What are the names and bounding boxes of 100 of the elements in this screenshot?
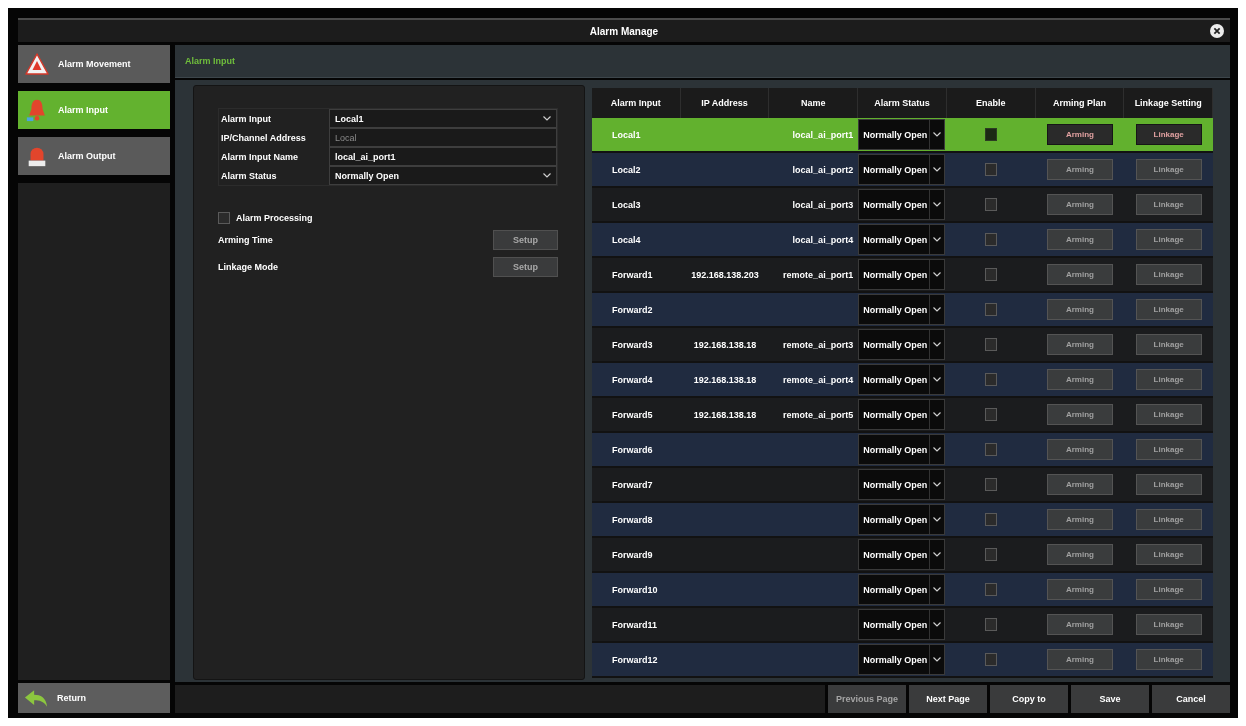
table-row[interactable]: Forward6 Normally Open Arming Linkage xyxy=(592,433,1213,468)
checkbox[interactable] xyxy=(985,373,998,386)
arming-button[interactable]: Arming xyxy=(1046,159,1113,180)
checkbox[interactable] xyxy=(985,443,998,456)
table-row[interactable]: Local2 local_ai_port2 Normally Open Arming Linkage xyxy=(592,153,1213,188)
text-field[interactable]: local_ai_port1 xyxy=(329,147,557,166)
status-dropdown[interactable]: Normally Open xyxy=(858,224,945,255)
table-row[interactable]: Forward9 Normally Open Arming Linkage xyxy=(592,538,1213,573)
table-row[interactable]: Local3 local_ai_port3 Normally Open Arming Linkage xyxy=(592,188,1213,223)
chevron-down-icon xyxy=(932,552,941,557)
select-field[interactable]: Normally Open xyxy=(329,166,557,185)
checkbox[interactable] xyxy=(985,233,998,246)
status-dropdown[interactable]: Normally Open xyxy=(858,259,945,290)
status-dropdown[interactable]: Normally Open xyxy=(858,539,945,570)
table-row[interactable]: Forward12 Normally Open Arming Linkage xyxy=(592,643,1213,678)
linkage-button[interactable]: Linkage xyxy=(1135,404,1202,425)
table-row[interactable]: Forward3 192.168.138.18 remote_ai_port3 Normally Open Arming Linkage xyxy=(592,328,1213,363)
linkage-button[interactable]: Linkage xyxy=(1135,264,1202,285)
arming-button[interactable]: Arming xyxy=(1046,194,1113,215)
table-row[interactable]: Local4 local_ai_port4 Normally Open Arming Linkage xyxy=(592,223,1213,258)
checkbox[interactable] xyxy=(985,128,998,141)
arming-button[interactable]: Arming xyxy=(1046,614,1113,635)
arming-button[interactable]: Arming xyxy=(1046,544,1113,565)
checkbox[interactable] xyxy=(985,513,998,526)
close-icon[interactable] xyxy=(1210,24,1224,38)
linkage-button[interactable]: Linkage xyxy=(1135,124,1202,145)
status-dropdown[interactable]: Normally Open xyxy=(858,469,945,500)
select-field[interactable]: Local1 xyxy=(329,109,557,128)
sidebar-item[interactable]: Alarm Output xyxy=(18,137,170,175)
linkage-button[interactable]: Linkage xyxy=(1135,194,1202,215)
table-row[interactable]: Forward10 Normally Open Arming Linkage xyxy=(592,573,1213,608)
return-button[interactable]: Return xyxy=(18,683,170,713)
checkbox[interactable] xyxy=(985,268,998,281)
checkbox[interactable] xyxy=(985,198,998,211)
action-button[interactable]: Copy to xyxy=(990,685,1068,713)
checkbox[interactable] xyxy=(985,408,998,421)
arming-button[interactable]: Arming xyxy=(1046,369,1113,390)
arming-button[interactable]: Arming xyxy=(1046,124,1113,145)
action-button[interactable]: Save xyxy=(1071,685,1149,713)
linkage-button[interactable]: Linkage xyxy=(1135,299,1202,320)
arming-button[interactable]: Arming xyxy=(1046,579,1113,600)
sidebar-item[interactable]: Alarm Movement xyxy=(18,45,170,83)
status-dropdown[interactable]: Normally Open xyxy=(858,504,945,535)
table-cell-text: Forward2 xyxy=(611,303,654,317)
table-row[interactable]: Forward4 192.168.138.18 remote_ai_port4 Normally Open Arming Linkage xyxy=(592,363,1213,398)
text-field[interactable]: Local xyxy=(329,128,557,147)
linkage-button[interactable]: Linkage xyxy=(1135,649,1202,670)
setting-label: Linkage Mode xyxy=(218,262,278,272)
arming-button[interactable]: Arming xyxy=(1046,229,1113,250)
status-dropdown[interactable]: Normally Open xyxy=(858,644,945,675)
arming-button[interactable]: Arming xyxy=(1046,264,1113,285)
checkbox[interactable] xyxy=(985,338,998,351)
arming-button[interactable]: Arming xyxy=(1046,299,1113,320)
status-dropdown[interactable]: Normally Open xyxy=(858,609,945,640)
table-row[interactable]: Forward5 192.168.138.18 remote_ai_port5 Normally Open Arming Linkage xyxy=(592,398,1213,433)
checkbox[interactable] xyxy=(985,478,998,491)
checkbox[interactable] xyxy=(218,212,230,224)
table-row[interactable]: Forward1 192.168.138.203 remote_ai_port1 Normally Open Arming Linkage xyxy=(592,258,1213,293)
table-row[interactable]: Forward8 Normally Open Arming Linkage xyxy=(592,503,1213,538)
arming-button[interactable]: Arming xyxy=(1046,509,1113,530)
arming-button[interactable]: Arming xyxy=(1046,649,1113,670)
table-row[interactable]: Forward7 Normally Open Arming Linkage xyxy=(592,468,1213,503)
linkage-button[interactable]: Linkage xyxy=(1135,229,1202,250)
linkage-button[interactable]: Linkage xyxy=(1135,159,1202,180)
status-dropdown[interactable]: Normally Open xyxy=(858,364,945,395)
linkage-button[interactable]: Linkage xyxy=(1135,579,1202,600)
status-dropdown[interactable]: Normally Open xyxy=(858,399,945,430)
checkbox[interactable] xyxy=(985,583,998,596)
status-dropdown[interactable]: Normally Open xyxy=(858,154,945,185)
linkage-button[interactable]: Linkage xyxy=(1135,334,1202,355)
action-button[interactable]: Cancel xyxy=(1152,685,1230,713)
table-row[interactable]: Local1 local_ai_port1 Normally Open Arming Linkage xyxy=(592,118,1213,153)
linkage-button[interactable]: Linkage xyxy=(1135,369,1202,390)
checkbox[interactable] xyxy=(985,548,998,561)
table-row[interactable]: Forward11 Normally Open Arming Linkage xyxy=(592,608,1213,643)
checkbox[interactable] xyxy=(985,303,998,316)
table-cell-text: Forward6 xyxy=(611,443,654,457)
linkage-button[interactable]: Linkage xyxy=(1135,439,1202,460)
status-dropdown[interactable]: Normally Open xyxy=(858,574,945,605)
arming-button[interactable]: Arming xyxy=(1046,404,1113,425)
arming-button[interactable]: Arming xyxy=(1046,474,1113,495)
checkbox[interactable] xyxy=(985,163,998,176)
linkage-button[interactable]: Linkage xyxy=(1135,614,1202,635)
status-dropdown[interactable]: Normally Open xyxy=(858,434,945,465)
table-cell-text: remote_ai_port3 xyxy=(782,338,855,352)
linkage-button[interactable]: Linkage xyxy=(1135,474,1202,495)
status-dropdown[interactable]: Normally Open xyxy=(858,189,945,220)
status-dropdown[interactable]: Normally Open xyxy=(858,329,945,360)
arming-button[interactable]: Arming xyxy=(1046,334,1113,355)
status-dropdown[interactable]: Normally Open xyxy=(858,294,945,325)
linkage-button[interactable]: Linkage xyxy=(1135,544,1202,565)
table-row[interactable]: Forward2 Normally Open Arming Linkage xyxy=(592,293,1213,328)
chevron-down-icon xyxy=(932,132,941,137)
status-dropdown[interactable]: Normally Open xyxy=(858,119,945,150)
action-button[interactable]: Next Page xyxy=(909,685,987,713)
checkbox[interactable] xyxy=(985,653,998,666)
arming-button[interactable]: Arming xyxy=(1046,439,1113,460)
checkbox[interactable] xyxy=(985,618,998,631)
linkage-button[interactable]: Linkage xyxy=(1135,509,1202,530)
section-tab[interactable]: Alarm Input xyxy=(185,56,235,66)
